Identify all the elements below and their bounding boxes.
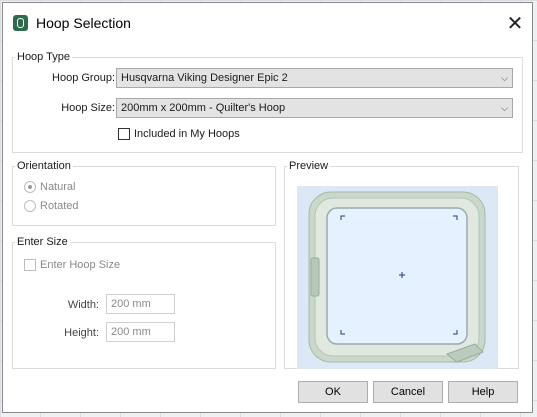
chevron-down-icon: ⌵ bbox=[501, 73, 508, 83]
preview-group: Preview bbox=[284, 160, 519, 369]
help-button[interactable]: Help bbox=[448, 381, 518, 403]
title-bar: Hoop Selection ✕ bbox=[3, 3, 532, 43]
app-icon bbox=[13, 15, 28, 31]
hoop-size-select[interactable]: 200mm x 200mm - Quilter's Hoop ⌵ bbox=[116, 98, 513, 118]
chevron-down-icon: ⌵ bbox=[501, 103, 508, 113]
enter-hoop-size[interactable]: Enter Hoop Size bbox=[24, 259, 120, 271]
hoop-group-value: Husqvarna Viking Designer Epic 2 bbox=[121, 72, 288, 84]
radio-rotated[interactable]: Rotated bbox=[24, 200, 79, 212]
hoop-group-select[interactable]: Husqvarna Viking Designer Epic 2 ⌵ bbox=[116, 68, 513, 88]
hoop-size-label: Hoop Size: bbox=[61, 102, 115, 114]
radio-natural[interactable]: Natural bbox=[24, 181, 75, 193]
included-checkbox[interactable] bbox=[118, 128, 130, 140]
hoop-size-value: 200mm x 200mm - Quilter's Hoop bbox=[121, 102, 286, 114]
enter-hoop-size-checkbox[interactable] bbox=[24, 259, 36, 271]
orientation-legend: Orientation bbox=[17, 160, 71, 172]
width-input[interactable]: 200 mm bbox=[106, 294, 175, 314]
hoop-selection-dialog: Hoop Selection ✕ Hoop Type Hoop Group: H… bbox=[2, 2, 533, 413]
radio-rotated-label: Rotated bbox=[40, 200, 79, 212]
width-label: Width: bbox=[67, 299, 99, 311]
radio-natural-button[interactable] bbox=[24, 181, 36, 193]
dialog-title: Hoop Selection bbox=[36, 15, 131, 31]
enter-size-legend: Enter Size bbox=[17, 236, 68, 248]
cancel-button[interactable]: Cancel bbox=[373, 381, 443, 403]
close-button[interactable]: ✕ bbox=[498, 7, 532, 41]
orientation-group: Orientation bbox=[12, 160, 276, 226]
height-label: Height: bbox=[64, 327, 99, 339]
radio-natural-label: Natural bbox=[40, 181, 76, 193]
hoop-preview bbox=[297, 186, 498, 369]
ok-button[interactable]: OK bbox=[298, 381, 368, 403]
hoop-group-label: Hoop Group: bbox=[52, 72, 115, 84]
enter-hoop-size-label: Enter Hoop Size bbox=[40, 259, 121, 271]
radio-rotated-button[interactable] bbox=[24, 200, 36, 212]
preview-legend: Preview bbox=[289, 160, 329, 172]
included-label: Included in My Hoops bbox=[134, 128, 240, 140]
included-in-my-hoops[interactable]: Included in My Hoops bbox=[118, 128, 240, 140]
height-input[interactable]: 200 mm bbox=[106, 322, 175, 342]
hoop-type-legend: Hoop Type bbox=[17, 51, 71, 63]
hoop-preview-graphic bbox=[308, 191, 486, 363]
